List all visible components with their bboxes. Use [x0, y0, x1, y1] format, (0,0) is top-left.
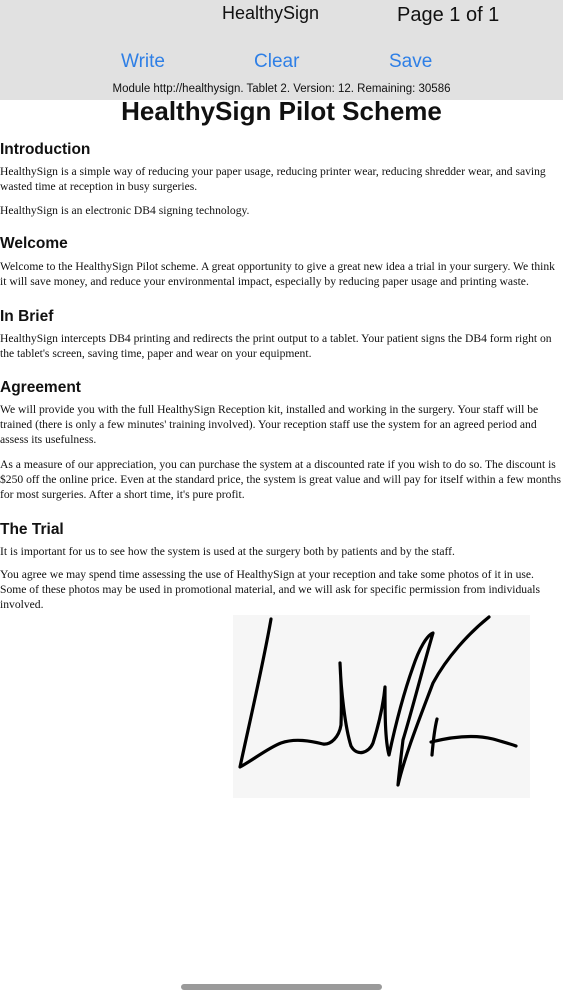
paragraph: We will provide you with the full Health…: [0, 403, 539, 446]
save-button[interactable]: Save: [389, 51, 432, 73]
paragraph: You agree we may spend time assessing th…: [0, 568, 540, 611]
paragraph: As a measure of our appreciation, you ca…: [0, 458, 561, 501]
section-heading-agreement: Agreement: [0, 379, 81, 396]
toolbar: HealthySign Page 1 of 1 Write Clear Save…: [0, 0, 563, 100]
write-button[interactable]: Write: [121, 51, 165, 73]
section-heading-the-trial: The Trial: [0, 521, 64, 538]
signature-drawing: [238, 615, 518, 787]
document-title: HealthySign Pilot Scheme: [121, 96, 442, 126]
home-indicator[interactable]: [181, 984, 382, 990]
section-heading-introduction: Introduction: [0, 141, 91, 158]
paragraph: HealthySign is a simple way of reducing …: [0, 165, 546, 193]
section-heading-welcome: Welcome: [0, 235, 68, 252]
paragraph: HealthySign intercepts DB4 printing and …: [0, 332, 552, 360]
paragraph: It is important for us to see how the sy…: [0, 545, 455, 558]
signature-pad[interactable]: [233, 615, 530, 798]
section-heading-in-brief: In Brief: [0, 308, 54, 325]
paragraph: HealthySign is an electronic DB4 signing…: [0, 204, 250, 217]
module-info: Module http://healthysign. Tablet 2. Ver…: [112, 83, 451, 95]
page-indicator: Page 1 of 1: [397, 4, 500, 26]
app-title: HealthySign: [222, 3, 320, 23]
clear-button[interactable]: Clear: [254, 51, 299, 73]
paragraph: Welcome to the HealthySign Pilot scheme.…: [0, 260, 555, 288]
